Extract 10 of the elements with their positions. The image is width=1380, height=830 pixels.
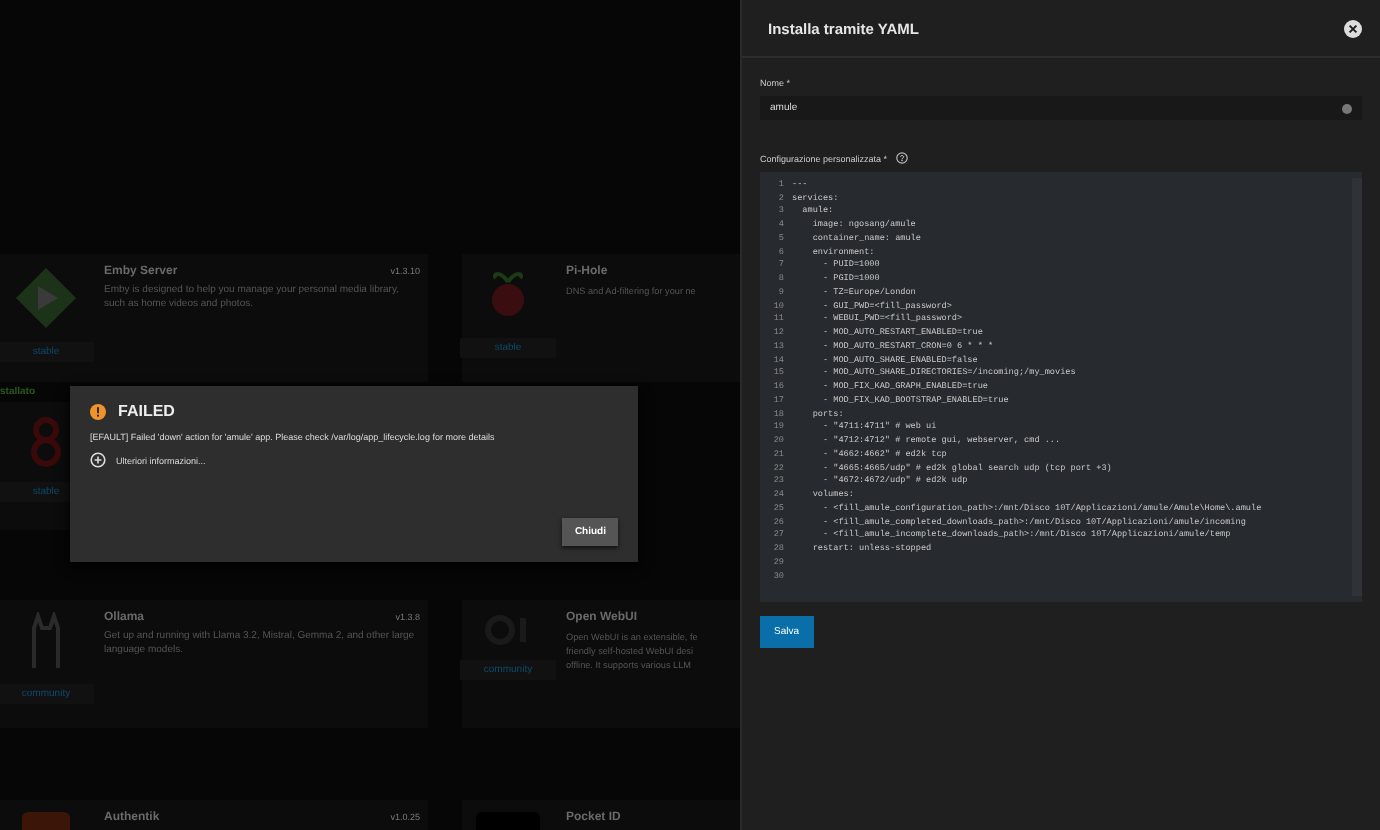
code-editor[interactable] xyxy=(760,172,1362,602)
figure-eight-icon xyxy=(26,414,66,470)
plus-circle-icon xyxy=(90,452,106,468)
warning-icon xyxy=(90,403,106,419)
dialog-title: FAILED xyxy=(118,402,175,420)
help-icon[interactable] xyxy=(895,152,908,164)
clear-icon[interactable] xyxy=(1342,103,1352,113)
play-diamond-icon xyxy=(14,266,78,330)
app-logo-icon xyxy=(22,812,70,830)
close-icon[interactable] xyxy=(1344,19,1362,37)
